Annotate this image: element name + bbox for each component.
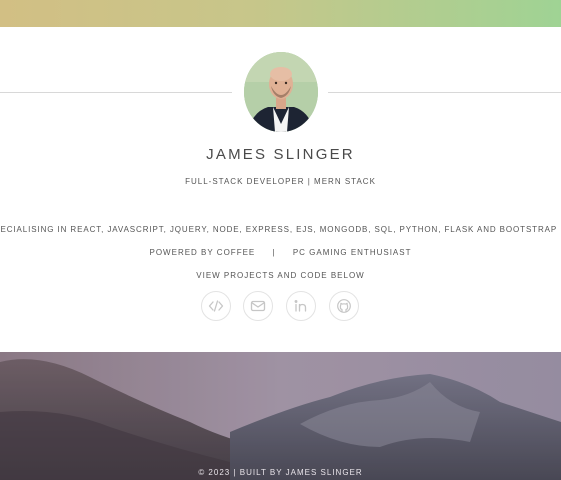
hobby-text: PC GAMING ENTHUSIAST (292, 248, 412, 257)
github-link-button[interactable] (329, 291, 359, 321)
powered-by-text: POWERED BY COFFEE (149, 248, 256, 257)
code-link-button[interactable] (201, 291, 231, 321)
profile-subtitle: FULL-STACK DEVELOPER | MERN STACK (185, 177, 376, 186)
avatar (244, 52, 318, 132)
divider-right (328, 92, 561, 93)
skills-text: SPECIALISING IN REACT, JAVASCRIPT, JQUER… (0, 225, 558, 234)
mountain-background (0, 352, 561, 480)
linkedin-icon (293, 298, 309, 314)
about-line: POWERED BY COFFEE | PC GAMING ENTHUSIAST (0, 248, 561, 257)
separator: | (272, 248, 276, 257)
email-link-button[interactable] (243, 291, 273, 321)
github-icon (336, 298, 352, 314)
cta-text: VIEW PROJECTS AND CODE BELOW (196, 271, 365, 280)
profile-name: JAMES SLINGER (206, 146, 355, 163)
divider-left (0, 92, 232, 93)
linkedin-link-button[interactable] (286, 291, 316, 321)
profile-card: JAMES SLINGER FULL-STACK DEVELOPER | MER… (0, 0, 561, 352)
mail-icon (250, 298, 266, 314)
page: JAMES SLINGER FULL-STACK DEVELOPER | MER… (0, 0, 561, 480)
code-icon (208, 298, 224, 314)
footer-text: © 2023 | BUILT BY JAMES SLINGER (198, 468, 363, 477)
